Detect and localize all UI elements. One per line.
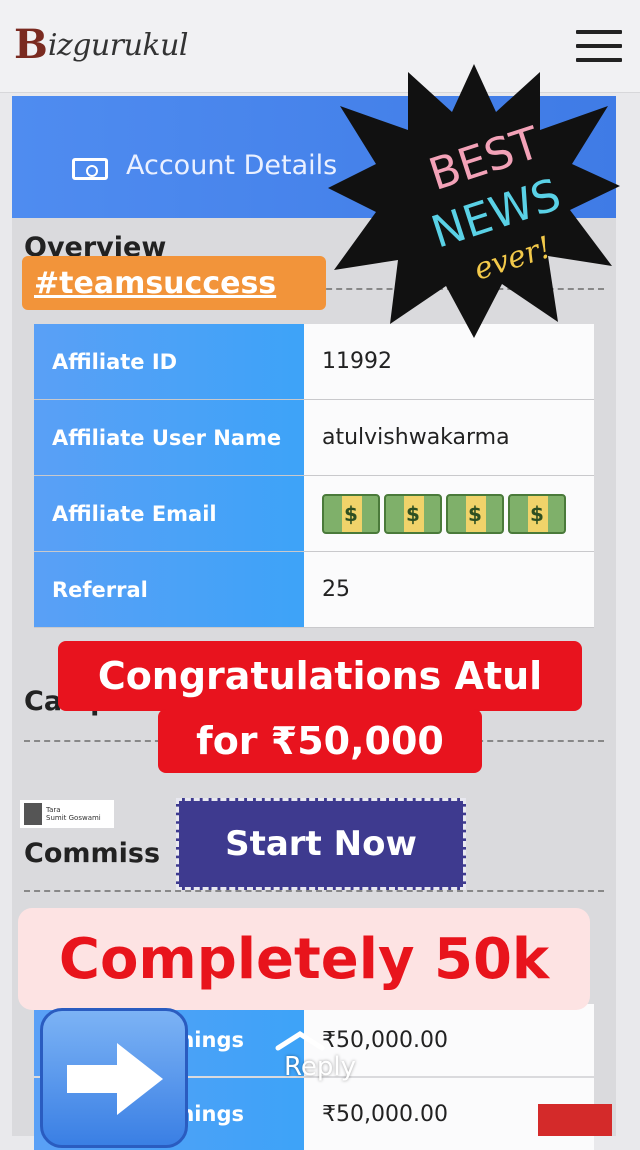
affiliate-email-value: $ $ $ $ <box>304 476 594 551</box>
logo-letter: B <box>14 21 48 68</box>
affiliate-username-label: Affiliate User Name <box>34 400 304 475</box>
hamburger-icon[interactable] <box>576 30 622 64</box>
affiliate-email-label: Affiliate Email <box>34 476 304 551</box>
credit-name: Sumit Goswami <box>46 814 101 822</box>
right-arrow-icon[interactable] <box>40 1008 188 1148</box>
logo-text: izgurukul <box>47 27 189 63</box>
affiliate-table: Affiliate ID 11992 Affiliate User Name a… <box>34 324 594 628</box>
partial-red-element <box>538 1104 612 1136</box>
money-bag-icon-group: $ $ $ $ <box>322 493 566 534</box>
reply-label: Reply <box>283 1052 356 1082</box>
reply-button[interactable]: Reply <box>270 1028 370 1082</box>
money-card-icon <box>72 158 108 180</box>
affiliate-id-label: Affiliate ID <box>34 324 304 399</box>
referral-label: Referral <box>34 552 304 627</box>
money-bag-icon: $ <box>322 493 380 534</box>
table-row: Referral 25 <box>34 552 594 628</box>
money-bag-icon: $ <box>446 493 504 534</box>
reward-amount-banner: for ₹50,000 <box>158 709 482 773</box>
credit-title: Tara <box>46 805 61 814</box>
congratulations-banner: Congratulations Atul <box>58 641 582 711</box>
bizgurukul-logo[interactable]: B izgurukul <box>14 21 189 68</box>
affiliate-username-value: atulvishwakarma <box>304 400 594 475</box>
commission-divider <box>24 890 604 892</box>
chevron-up-icon <box>275 1031 325 1051</box>
arrow-glyph <box>67 1043 163 1115</box>
tab-account-details[interactable]: Account Details <box>126 150 337 181</box>
table-row: Affiliate User Name atulvishwakarma <box>34 400 594 476</box>
best-news-sticker: BEST NEWS ever! <box>328 64 620 338</box>
author-photo <box>24 803 42 825</box>
completely-50k-banner: Completely 50k <box>18 908 590 1010</box>
money-bag-icon: $ <box>508 493 566 534</box>
money-bag-icon: $ <box>384 493 442 534</box>
referral-value: 25 <box>304 552 594 627</box>
table-row: Affiliate Email $ $ $ $ <box>34 476 594 552</box>
start-now-button[interactable]: Start Now <box>176 798 466 890</box>
author-credit: Tara Sumit Goswami <box>20 800 114 828</box>
commission-heading: Commiss <box>24 838 161 869</box>
hashtag-sticker: #teamsuccess <box>22 256 326 310</box>
